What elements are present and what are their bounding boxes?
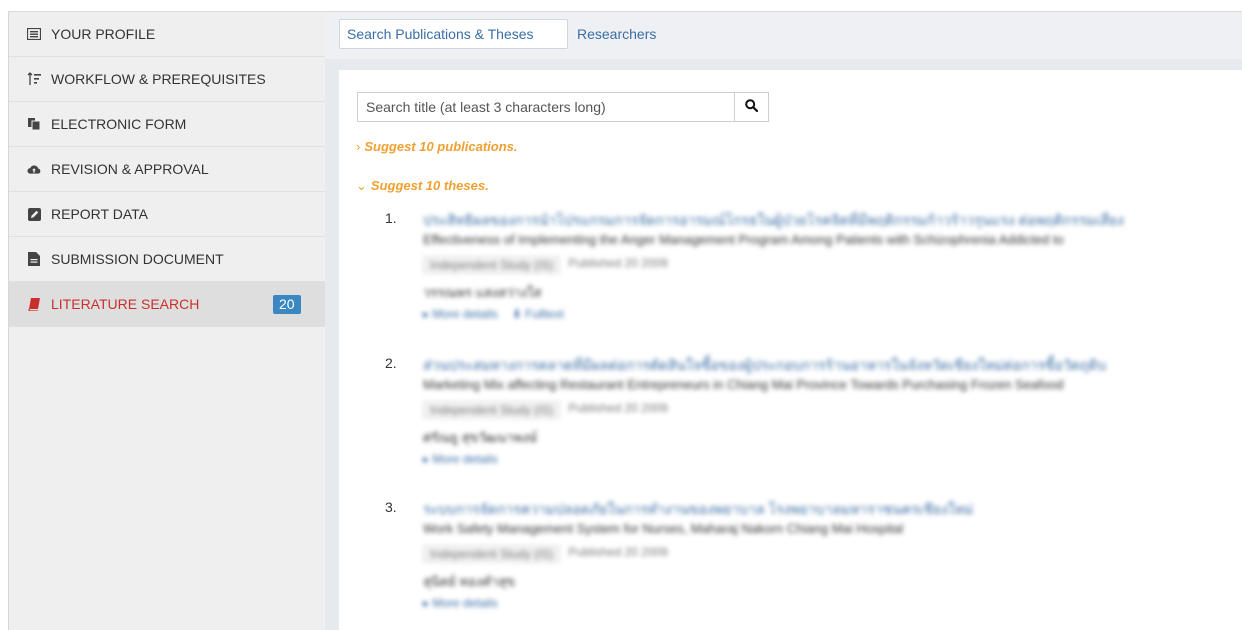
sort-order-icon — [27, 72, 41, 86]
sidebar-item-label: ELECTRONIC FORM — [51, 116, 187, 132]
result-published: Published 20 2009 — [568, 545, 668, 559]
search-input[interactable] — [358, 93, 734, 121]
suggest-theses-label: Suggest 10 theses. — [370, 178, 489, 193]
tab-search-publications[interactable]: Search Publications & Theses — [339, 19, 568, 49]
sidebar-item-report-data[interactable]: REPORT DATA — [9, 192, 325, 237]
result-author: ศรัณยู สุขวัฒนาพงษ์ — [423, 430, 538, 445]
result-author: สุนิตย์ ทองคำสุข — [423, 574, 516, 589]
search-button[interactable] — [734, 93, 768, 121]
result-title-link[interactable]: ระบบการจัดการความปลอดภัยในการทำงานของพยา… — [423, 499, 1242, 521]
result-number: 2. — [385, 355, 397, 371]
result-meta: Independent Study (IS) Published 20 2009 — [423, 401, 668, 419]
chevron-down-icon: ⌄ — [356, 178, 367, 193]
result-type-badge: Independent Study (IS) — [423, 401, 561, 419]
sidebar-item-submission-document[interactable]: SUBMISSION DOCUMENT — [9, 237, 325, 282]
count-badge: 20 — [273, 295, 301, 314]
fulltext-link[interactable]: ⬇ Fulltext — [512, 307, 564, 321]
result-number: 3. — [385, 499, 397, 515]
sidebar-item-your-profile[interactable]: YOUR PROFILE — [9, 12, 325, 57]
copy-form-icon — [27, 117, 41, 131]
result-meta: Independent Study (IS) Published 20 2009 — [423, 545, 668, 563]
sidebar-item-revision[interactable]: REVISION & APPROVAL — [9, 147, 325, 192]
result-links: ▸ More details — [423, 596, 498, 610]
more-details-link[interactable]: ▸ More details — [423, 596, 498, 610]
sidebar-item-electronic-form[interactable]: ELECTRONIC FORM — [9, 102, 325, 147]
tab-bar: Search Publications & Theses Researchers — [325, 11, 1242, 59]
search-box — [357, 92, 769, 122]
result-subtitle: Work Safety Management System for Nurses… — [423, 521, 904, 536]
result-subtitle: Effectiveness of Implementing the Anger … — [423, 232, 1064, 247]
sidebar-item-label: REVISION & APPROVAL — [51, 161, 209, 177]
sidebar-item-workflow[interactable]: WORKFLOW & PREREQUISITES — [9, 57, 325, 102]
tab-researchers[interactable]: Researchers — [570, 19, 663, 49]
sidebar-item-label: WORKFLOW & PREREQUISITES — [51, 71, 266, 87]
document-icon — [27, 252, 41, 266]
result-links: ▸ More details — [423, 452, 498, 466]
result-meta: Independent Study (IS) Published 20 2009 — [423, 256, 668, 274]
search-icon — [745, 99, 759, 115]
result-number: 1. — [385, 210, 397, 226]
sidebar-item-label: SUBMISSION DOCUMENT — [51, 251, 224, 267]
sidebar-item-literature-search[interactable]: LITERATURE SEARCH 20 — [9, 282, 325, 327]
main-content: ›Suggest 10 publications. ⌄Suggest 10 th… — [339, 70, 1242, 630]
result-author: วรรณพร แสงสว่างใส — [423, 285, 542, 300]
suggest-theses-link[interactable]: ⌄ Suggest 10 theses. — [356, 178, 489, 194]
sidebar-item-label: YOUR PROFILE — [51, 26, 156, 42]
sidebar: YOUR PROFILE WORKFLOW & PREREQUISITES EL… — [8, 11, 325, 630]
edit-square-icon — [27, 207, 41, 221]
suggest-publications-label: Suggest 10 publications. — [364, 139, 518, 154]
book-icon — [27, 297, 41, 311]
result-published: Published 20 2009 — [568, 401, 668, 415]
result-links: ▸ More details ⬇ Fulltext — [423, 307, 564, 321]
result-title-link[interactable]: ส่วนประสมทางการตลาดที่มีผลต่อการตัดสินใจ… — [423, 355, 1242, 377]
cloud-upload-icon — [27, 162, 41, 176]
more-details-link[interactable]: ▸ More details — [423, 452, 498, 466]
result-type-badge: Independent Study (IS) — [423, 545, 561, 563]
result-subtitle: Marketing Mix affecting Restaurant Entre… — [423, 377, 1064, 392]
result-type-badge: Independent Study (IS) — [423, 256, 561, 274]
profile-card-icon — [27, 27, 41, 41]
suggest-publications-link[interactable]: › Suggest 10 publications. — [356, 139, 517, 154]
sidebar-item-label: LITERATURE SEARCH — [51, 296, 200, 312]
result-published: Published 20 2009 — [568, 256, 668, 270]
result-title-link[interactable]: ประสิทธิผลของการนำโปรแกรมการจัดการอารมณ์… — [423, 210, 1242, 232]
chevron-right-icon: › — [356, 139, 361, 154]
sidebar-item-label: REPORT DATA — [51, 206, 148, 222]
more-details-link[interactable]: ▸ More details — [423, 307, 498, 321]
